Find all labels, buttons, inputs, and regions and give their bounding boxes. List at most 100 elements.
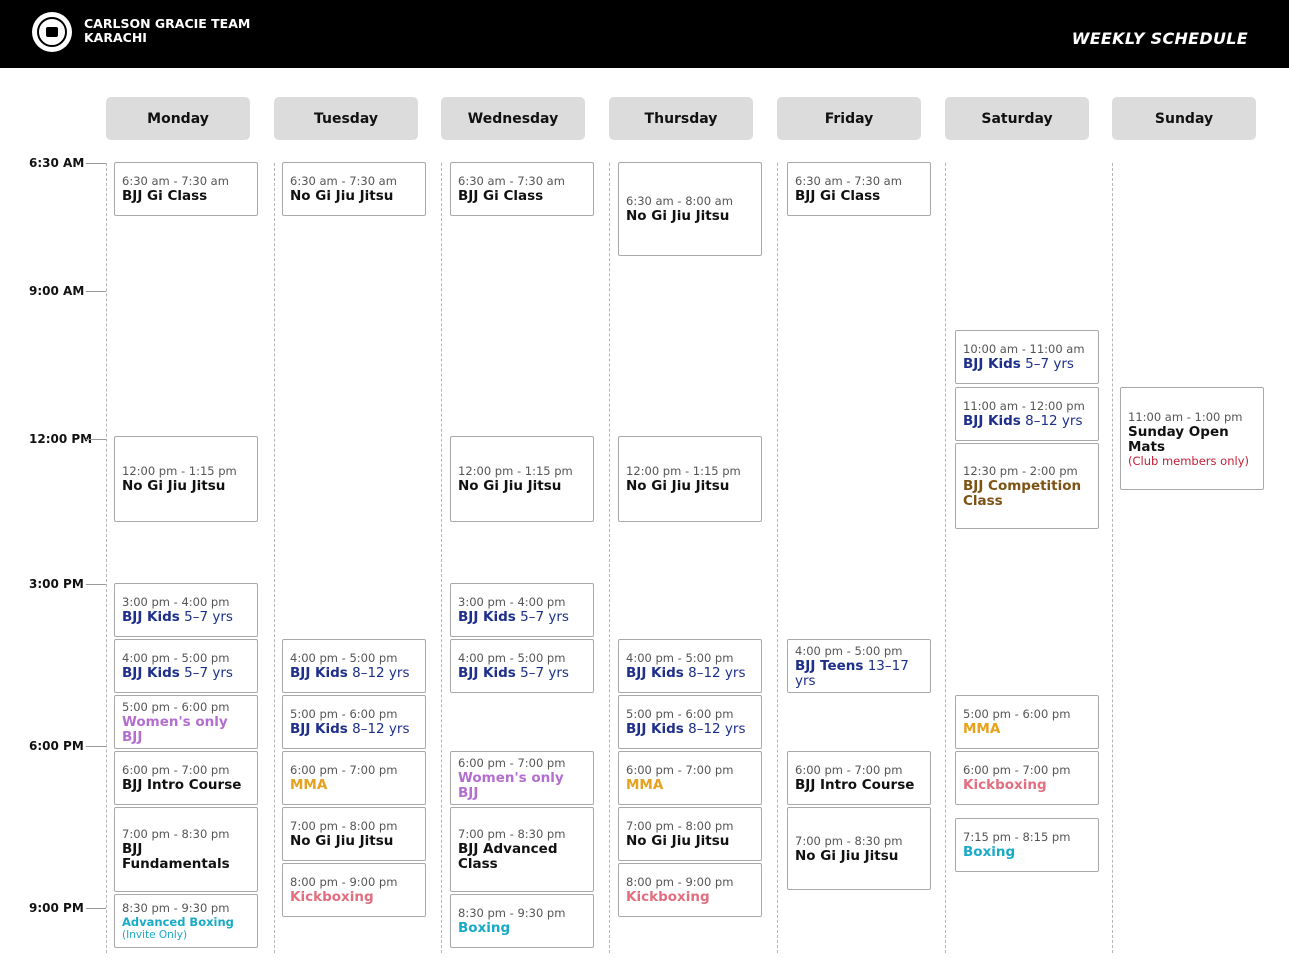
class-card[interactable]: 4:00 pm - 5:00 pm BJJ Kids 8–12 yrs bbox=[618, 639, 762, 693]
class-time: 5:00 pm - 6:00 pm bbox=[122, 699, 230, 714]
class-age-range: 8–12 yrs bbox=[683, 665, 746, 681]
class-time: 7:00 pm - 8:00 pm bbox=[626, 819, 734, 833]
class-card[interactable]: 11:00 am - 1:00 pm Sunday Open Mats (Club … bbox=[1120, 387, 1264, 490]
class-card[interactable]: 4:00 pm - 5:00 pm BJJ Kids 5–7 yrs bbox=[450, 639, 594, 693]
class-time: 6:30 am - 8:00 am bbox=[626, 194, 733, 208]
time-label: 3:00 PM bbox=[29, 577, 84, 591]
class-card[interactable]: 5:00 pm - 6:00 pm BJJ Kids 8–12 yrs bbox=[618, 695, 762, 749]
class-card[interactable]: 12:00 pm - 1:15 pm No Gi Jiu Jitsu bbox=[618, 436, 762, 522]
day-header-friday: Friday bbox=[777, 97, 921, 140]
class-name-main: Sunday Open Mats bbox=[1128, 423, 1229, 455]
class-name-main: MMA bbox=[963, 721, 1001, 737]
time-tick bbox=[86, 439, 106, 440]
class-time: 6:00 pm - 7:00 pm bbox=[458, 755, 566, 770]
class-time: 12:00 pm - 1:15 pm bbox=[122, 464, 237, 478]
column-divider bbox=[106, 163, 107, 953]
class-time: 6:30 am - 7:30 am bbox=[290, 174, 397, 188]
class-name: No Gi Jiu Jitsu bbox=[626, 209, 754, 224]
class-card[interactable]: 12:00 pm - 1:15 pm No Gi Jiu Jitsu bbox=[114, 436, 258, 522]
class-card[interactable]: 6:00 pm - 7:00 pm MMA bbox=[618, 751, 762, 805]
class-card[interactable]: 4:00 pm - 5:00 pm BJJ Kids 8–12 yrs bbox=[282, 639, 426, 693]
class-card[interactable]: 8:30 pm - 9:30 pm Boxing bbox=[450, 894, 594, 948]
column-divider bbox=[1112, 163, 1113, 953]
class-name: BJJ Intro Course bbox=[795, 778, 923, 793]
class-name: BJJ Kids 8–12 yrs bbox=[290, 722, 418, 737]
class-age-range: 5–7 yrs bbox=[179, 665, 233, 681]
class-name-main: Women's only BJJ bbox=[458, 769, 564, 801]
page-title: WEEKLY SCHEDULE bbox=[1071, 29, 1248, 48]
column-divider bbox=[777, 163, 778, 953]
column-divider bbox=[609, 163, 610, 953]
class-card[interactable]: 6:30 am - 7:30 am No Gi Jiu Jitsu bbox=[282, 162, 426, 216]
class-card[interactable]: 6:30 am - 8:00 am No Gi Jiu Jitsu bbox=[618, 162, 762, 256]
time-tick bbox=[86, 746, 106, 747]
class-name-main: No Gi Jiu Jitsu bbox=[122, 478, 226, 494]
class-card[interactable]: 6:00 pm - 7:00 pm MMA bbox=[282, 751, 426, 805]
class-name-main: BJJ Intro Course bbox=[795, 777, 915, 793]
class-name: BJJ Gi Class bbox=[458, 189, 586, 204]
day-header-tuesday: Tuesday bbox=[274, 97, 418, 140]
class-card[interactable]: 6:30 am - 7:30 am BJJ Gi Class bbox=[114, 162, 258, 216]
class-time: 12:00 pm - 1:15 pm bbox=[626, 464, 741, 478]
class-name-main: BJJ Intro Course bbox=[122, 777, 242, 793]
class-name-main: BJJ Kids bbox=[963, 413, 1021, 429]
class-card[interactable]: 3:00 pm - 4:00 pm BJJ Kids 5–7 yrs bbox=[114, 583, 258, 637]
class-card[interactable]: 11:00 am - 12:00 pm BJJ Kids 8–12 yrs bbox=[955, 387, 1099, 441]
brand-name: CARLSON GRACIE TEAM KARACHI bbox=[84, 17, 250, 45]
class-age-range: 5–7 yrs bbox=[515, 609, 569, 625]
class-card[interactable]: 7:00 pm - 8:30 pm BJJ Advanced Class bbox=[450, 807, 594, 892]
time-tick bbox=[86, 163, 106, 164]
class-card[interactable]: 7:00 pm - 8:30 pm No Gi Jiu Jitsu bbox=[787, 807, 931, 890]
class-card[interactable]: 8:00 pm - 9:00 pm Kickboxing bbox=[618, 863, 762, 917]
class-card[interactable]: 5:00 pm - 6:00 pm Women's only BJJ bbox=[114, 695, 258, 749]
class-name: Women's only BJJ bbox=[122, 714, 250, 745]
class-name-main: Kickboxing bbox=[290, 889, 374, 905]
class-card[interactable]: 7:00 pm - 8:00 pm No Gi Jiu Jitsu bbox=[282, 807, 426, 861]
class-name-main: No Gi Jiu Jitsu bbox=[626, 833, 730, 849]
class-card[interactable]: 10:00 am - 11:00 am BJJ Kids 5–7 yrs bbox=[955, 330, 1099, 384]
class-age-range: 5–7 yrs bbox=[179, 609, 233, 625]
class-card[interactable]: 7:15 pm - 8:15 pm Boxing bbox=[955, 818, 1099, 872]
class-card[interactable]: 7:00 pm - 8:30 pm BJJ Fundamentals bbox=[114, 807, 258, 892]
class-card[interactable]: 12:30 pm - 2:00 pm BJJ Competition Class bbox=[955, 443, 1099, 529]
class-name-main: Boxing bbox=[963, 844, 1016, 860]
class-name-main: No Gi Jiu Jitsu bbox=[626, 208, 730, 224]
class-card[interactable]: 6:00 pm - 7:00 pm Women's only BJJ bbox=[450, 751, 594, 805]
class-name-main: Kickboxing bbox=[626, 889, 710, 905]
class-time: 6:00 pm - 7:00 pm bbox=[122, 763, 230, 777]
class-card[interactable]: 6:30 am - 7:30 am BJJ Gi Class bbox=[787, 162, 931, 216]
class-card[interactable]: 5:00 pm - 6:00 pm MMA bbox=[955, 695, 1099, 749]
class-name: Women's only BJJ bbox=[458, 769, 586, 801]
class-name: No Gi Jiu Jitsu bbox=[795, 847, 923, 864]
class-name: BJJ Kids 8–12 yrs bbox=[626, 666, 754, 681]
class-card[interactable]: 6:00 pm - 7:00 pm Kickboxing bbox=[955, 751, 1099, 805]
class-card[interactable]: 8:30 pm - 9:30 pm Advanced Boxing (Invite … bbox=[114, 894, 258, 948]
class-name: MMA bbox=[290, 778, 418, 793]
class-card[interactable]: 7:00 pm - 8:00 pm No Gi Jiu Jitsu bbox=[618, 807, 762, 861]
class-time: 6:30 am - 7:30 am bbox=[458, 174, 565, 188]
time-tick bbox=[86, 291, 106, 292]
class-time: 7:00 pm - 8:00 pm bbox=[290, 819, 398, 833]
time-label: 9:00 AM bbox=[29, 284, 85, 298]
class-card[interactable]: 6:00 pm - 7:00 pm BJJ Intro Course bbox=[787, 751, 931, 805]
class-name-main: No Gi Jiu Jitsu bbox=[795, 847, 899, 864]
class-name-main: BJJ Gi Class bbox=[458, 188, 544, 204]
time-tick bbox=[86, 584, 106, 585]
class-card[interactable]: 6:30 am - 7:30 am BJJ Gi Class bbox=[450, 162, 594, 216]
class-time: 4:00 pm - 5:00 pm bbox=[122, 651, 230, 665]
class-name-main: BJJ Kids bbox=[458, 665, 516, 681]
class-card[interactable]: 8:00 pm - 9:00 pm Kickboxing bbox=[282, 863, 426, 917]
class-name: Boxing bbox=[458, 921, 586, 936]
class-card[interactable]: 5:00 pm - 6:00 pm BJJ Kids 8–12 yrs bbox=[282, 695, 426, 749]
class-card[interactable]: 12:00 pm - 1:15 pm No Gi Jiu Jitsu bbox=[450, 436, 594, 522]
class-name: No Gi Jiu Jitsu bbox=[626, 479, 754, 494]
class-card[interactable]: 3:00 pm - 4:00 pm BJJ Kids 5–7 yrs bbox=[450, 583, 594, 637]
class-time: 4:00 pm - 5:00 pm bbox=[290, 651, 398, 665]
class-time: 7:00 pm - 8:30 pm bbox=[458, 827, 566, 841]
class-card[interactable]: 6:00 pm - 7:00 pm BJJ Intro Course bbox=[114, 751, 258, 805]
class-card[interactable]: 4:00 pm - 5:00 pm BJJ Kids 5–7 yrs bbox=[114, 639, 258, 693]
class-name-main: BJJ Gi Class bbox=[122, 188, 208, 204]
class-card[interactable]: 4:00 pm - 5:00 pm BJJ Teens 13–17 yrs bbox=[787, 639, 931, 693]
class-name: MMA bbox=[626, 778, 754, 793]
class-name-main: BJJ Teens bbox=[795, 657, 864, 674]
